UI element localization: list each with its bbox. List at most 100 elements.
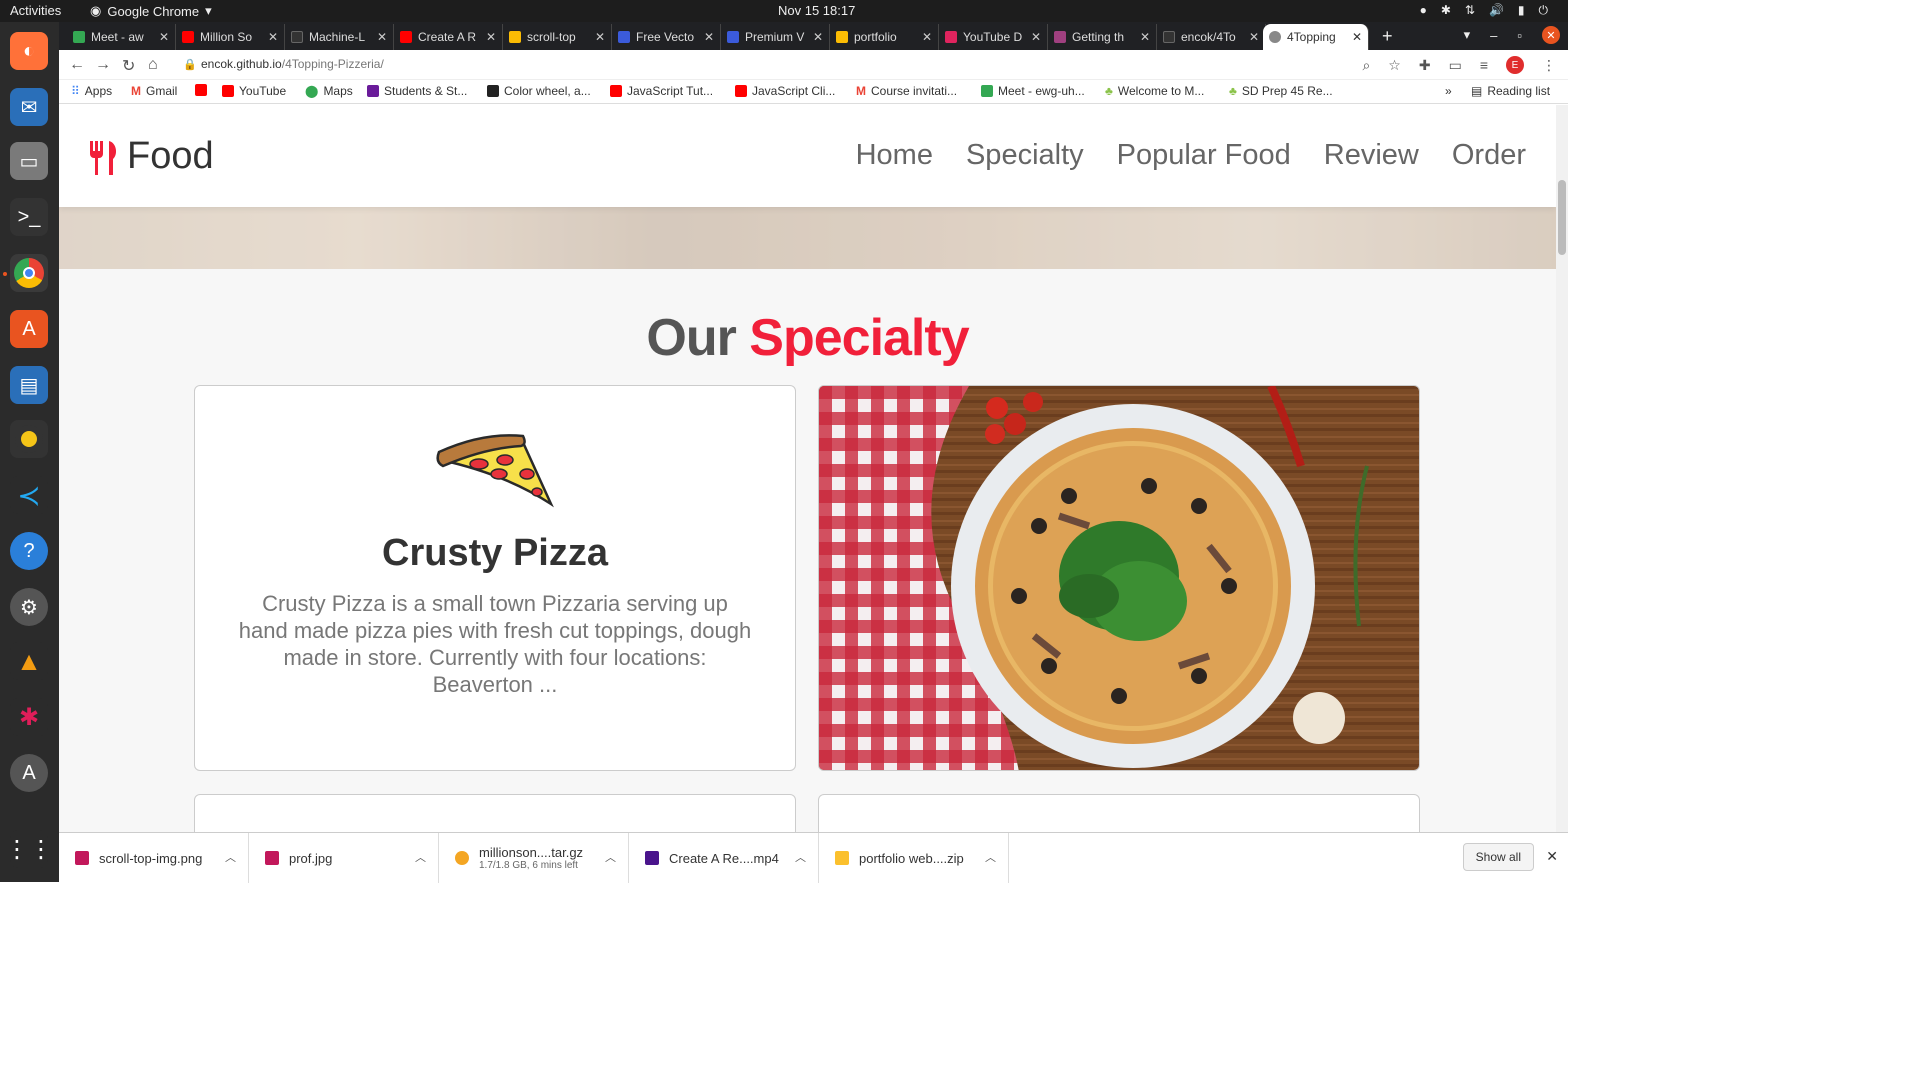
reading-list[interactable]: ▤ Reading list [1471,84,1550,98]
download-item[interactable]: Create A Re....mp4 ︿ [629,833,819,883]
vscode-icon[interactable]: ≺ [10,476,48,514]
tab-active[interactable]: 4Topping ✕ [1263,24,1369,50]
zoom-icon[interactable]: ⌕ [1362,57,1370,74]
show-apps-icon[interactable]: ⋮⋮ [5,830,53,868]
tab-close-icon[interactable]: ✕ [1352,30,1362,44]
bookmark-color-wheel[interactable]: Color wheel, a... [487,84,591,98]
thunderbird-icon[interactable]: ✉ [10,88,48,126]
bookmark-js-tut[interactable]: JavaScript Tut... [610,84,713,98]
tab-close-icon[interactable]: ✕ [595,30,605,44]
download-item[interactable]: portfolio web....zip ︿ [819,833,1009,883]
chevron-up-icon[interactable]: ︿ [415,849,426,865]
bookmark-sd-prep[interactable]: ♣ SD Prep 45 Re... [1229,84,1333,98]
close-downloads-icon[interactable]: ✕ [1546,848,1558,865]
tab[interactable]: Meet - aw ✕ [67,24,176,50]
tab-close-icon[interactable]: ✕ [704,30,714,44]
back-icon[interactable]: ← [69,56,85,74]
clock[interactable]: Nov 15 18:17 [778,3,855,18]
tab[interactable]: YouTube D ✕ [939,24,1048,50]
bookmark-welcome[interactable]: ♣ Welcome to M... [1105,84,1204,98]
tab[interactable]: scroll-top ✕ [503,24,612,50]
more-bookmarks-icon[interactable]: » [1445,84,1452,98]
download-item-in-progress[interactable]: millionson....tar.gz 1.7/1.8 GB, 6 mins l… [439,833,629,883]
vlc-icon[interactable]: ▲ [10,642,48,680]
home-icon[interactable]: ⌂ [148,56,158,74]
slack-dock-icon[interactable]: ✱ [10,698,48,736]
tab-favicon-icon [182,31,194,43]
tab-close-icon[interactable]: ✕ [922,30,932,44]
bookmark-js-cli[interactable]: JavaScript Cli... [735,84,835,98]
tab-close-icon[interactable]: ✕ [268,30,278,44]
tab-close-icon[interactable]: ✕ [813,30,823,44]
activities-button[interactable]: Activities [10,3,61,18]
help-icon[interactable]: ? [10,532,48,570]
tab[interactable]: Free Vecto ✕ [612,24,721,50]
nav-popular-food[interactable]: Popular Food [1117,139,1291,172]
download-item[interactable]: prof.jpg ︿ [249,833,439,883]
chrome-dock-icon[interactable] [10,254,48,292]
tab-close-icon[interactable]: ✕ [377,30,387,44]
site-logo[interactable]: Food [87,135,214,178]
terminal-icon[interactable]: >_ [10,198,48,236]
url-field[interactable]: encok.github.io/4Topping-Pizzeria/ [201,57,384,71]
tab[interactable]: Getting th ✕ [1048,24,1157,50]
tab-close-icon[interactable]: ✕ [1140,30,1150,44]
profile-avatar[interactable]: E [1506,56,1524,74]
settings-icon[interactable]: ⚙ [10,588,48,626]
chevron-up-icon[interactable]: ︿ [795,849,806,865]
tab-close-icon[interactable]: ✕ [159,30,169,44]
software-updater-icon[interactable]: A [10,754,48,792]
tab[interactable]: portfolio ✕ [830,24,939,50]
tab-close-icon[interactable]: ✕ [1249,30,1259,44]
nav-review[interactable]: Review [1324,139,1419,172]
system-tray[interactable]: ● ✱ ⇅ 🔊 ▮ ⏻ [1420,3,1548,18]
chevron-up-icon[interactable]: ︿ [985,849,996,865]
tab[interactable]: Premium V ✕ [721,24,830,50]
writer-icon[interactable]: ▤ [10,366,48,404]
nav-order[interactable]: Order [1452,139,1526,172]
menu-icon[interactable]: ⋮ [1542,57,1556,74]
media-icon[interactable]: ≡ [1480,57,1488,73]
tab-close-icon[interactable]: ✕ [486,30,496,44]
tab-favicon-icon [291,31,303,43]
rhythmbox-icon[interactable] [10,420,48,458]
bookmark-course[interactable]: M Course invitati... [856,84,957,98]
maximize-button[interactable]: ▫ [1517,28,1522,43]
tab[interactable]: Million So ✕ [176,24,285,50]
close-window-button[interactable]: ✕ [1542,26,1560,44]
bookmark-students[interactable]: Students & St... [367,84,467,98]
software-center-icon[interactable]: A [10,310,48,348]
firefox-icon[interactable]: ◐ [10,32,48,70]
cast-icon[interactable]: ▭ [1449,57,1462,74]
tab-search-icon[interactable]: ▾ [1464,27,1471,43]
show-all-button[interactable]: Show all [1462,843,1534,871]
download-item[interactable]: scroll-top-img.png ︿ [59,833,249,883]
nav-specialty[interactable]: Specialty [966,139,1084,172]
bookmark-maps[interactable]: ⬤ Maps [305,84,353,98]
reload-icon[interactable]: ↻ [122,56,135,76]
tab[interactable]: encok/4To ✕ [1157,24,1266,50]
tab[interactable]: Machine-L ✕ [285,24,394,50]
bookmark-youtube-icon-only[interactable] [195,84,212,96]
app-menu[interactable]: ◉ Google Chrome ▾ [90,3,212,19]
scrollbar-thumb[interactable] [1558,180,1566,255]
chevron-up-icon[interactable]: ︿ [225,849,236,865]
extensions-icon[interactable]: ✚ [1419,57,1431,74]
bookmark-apps[interactable]: ⠿ Apps [71,84,112,98]
video-file-icon [645,851,659,865]
lock-icon[interactable]: 🔒 [183,58,197,71]
chevron-up-icon[interactable]: ︿ [605,849,616,865]
new-tab-button[interactable]: + [1382,26,1393,47]
whatsapp-icon: ● [1419,3,1427,17]
bookmark-meet[interactable]: Meet - ewg-uh... [981,84,1085,98]
forward-icon[interactable]: → [95,56,111,74]
page-scrollbar[interactable] [1556,105,1568,832]
tab-close-icon[interactable]: ✕ [1031,30,1041,44]
minimize-button[interactable]: – [1490,28,1497,43]
tab[interactable]: Create A R ✕ [394,24,503,50]
bookmark-star-icon[interactable]: ☆ [1388,57,1401,74]
nav-home[interactable]: Home [856,139,933,172]
bookmark-gmail[interactable]: M Gmail [131,84,177,98]
files-icon[interactable]: ▭ [10,142,48,180]
bookmark-youtube[interactable]: YouTube [222,84,286,98]
